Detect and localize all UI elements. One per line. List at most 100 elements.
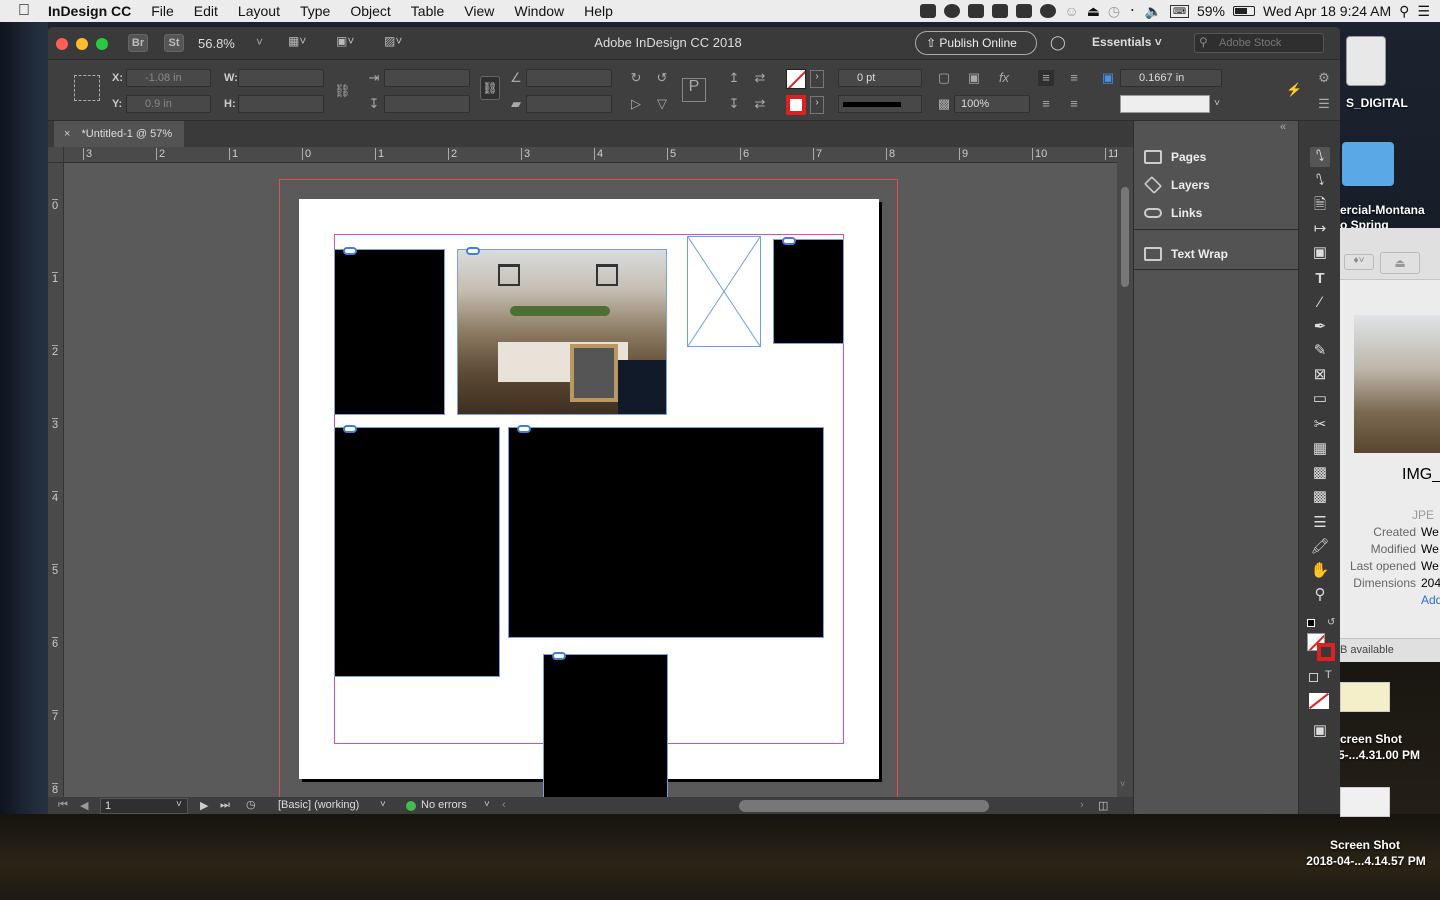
dropbox-icon[interactable]: ♦˅ — [1344, 254, 1374, 270]
image-frame-photo[interactable] — [457, 249, 667, 415]
align-center-icon[interactable]: ≡ — [1066, 70, 1082, 86]
keyboard-icon[interactable]: ⌨ — [1169, 4, 1189, 18]
image-frame-4[interactable] — [508, 427, 824, 638]
menu-object[interactable]: Object — [340, 3, 400, 19]
links-panel-tab[interactable]: Links — [1134, 199, 1299, 227]
offset-field[interactable]: 0.1667 in — [1120, 69, 1222, 87]
pasteboard[interactable] — [64, 163, 1117, 797]
rotate-ccw-icon[interactable]: ↺ — [654, 70, 670, 86]
stroke-weight-field[interactable]: 0 pt — [838, 69, 922, 87]
scroll-down-icon[interactable]: ˅ — [1120, 779, 1125, 789]
line-tool-icon[interactable]: ∕ — [1310, 293, 1330, 313]
drop-shadow-icon[interactable]: ▣ — [966, 70, 982, 86]
control-panel-menu-icon[interactable]: ☰ — [1316, 96, 1332, 112]
time-machine-icon[interactable]: ◷ — [1108, 3, 1120, 20]
corner-options-icon[interactable]: ▢ — [936, 70, 952, 86]
scroll-left-icon[interactable]: ‹ — [502, 799, 506, 811]
share-icon[interactable]: ⏏ — [1380, 252, 1420, 274]
empty-graphic-frame[interactable] — [687, 236, 761, 347]
rectangle-tool-icon[interactable]: ▭ — [1310, 389, 1330, 409]
content-grabber-1[interactable] — [343, 247, 357, 255]
working-style[interactable]: [Basic] (working) — [278, 799, 359, 811]
rotate-field[interactable] — [526, 69, 612, 87]
clock[interactable]: Wed Apr 18 9:24 AM — [1263, 3, 1391, 19]
object-style-arrow-icon[interactable]: ˅ — [1210, 95, 1224, 113]
page-dropdown-icon[interactable]: ˅ — [176, 799, 182, 810]
constrain-scale-button[interactable]: ⛓ — [480, 76, 500, 100]
zoom-level[interactable]: 56.8% — [198, 36, 235, 51]
content-grabber-3[interactable] — [343, 425, 357, 433]
last-page-icon[interactable]: ⏭ — [220, 799, 230, 812]
ruler-origin[interactable] — [48, 147, 64, 163]
horizontal-ruler[interactable]: 32101234567891011 — [64, 147, 1117, 163]
align-top-icon[interactable]: ≡ — [1038, 70, 1054, 86]
menu-table[interactable]: Table — [401, 3, 454, 19]
layers-panel-tab[interactable]: Layers — [1134, 171, 1299, 199]
text-wrap-panel-tab[interactable]: Text Wrap — [1134, 240, 1299, 268]
formatting-container-icon[interactable] — [1309, 673, 1318, 682]
lightbulb-icon[interactable]: ◯ — [1050, 34, 1066, 51]
quick-apply-icon[interactable]: ⚡ — [1286, 82, 1302, 98]
vertical-scrollbar[interactable]: ˅ — [1117, 147, 1133, 797]
default-fill-stroke-icon[interactable] — [1307, 619, 1315, 627]
apply-none-icon[interactable] — [1309, 693, 1329, 709]
zoom-dropdown-icon[interactable]: ˅ — [256, 35, 263, 49]
dropbox-icon[interactable] — [920, 4, 937, 18]
workspace-switcher[interactable]: Essentials ˅ — [1092, 35, 1162, 49]
finder-add-tags-link[interactable]: Add — [1421, 593, 1440, 607]
zoom-tool-icon[interactable]: ⚲ — [1310, 585, 1330, 605]
adobe-stock-search[interactable]: ⚲ Adobe Stock — [1194, 33, 1324, 53]
page-number-field[interactable]: 1 — [100, 798, 188, 814]
stroke-box[interactable] — [1317, 643, 1335, 661]
y-field[interactable]: 0.9 in — [126, 95, 211, 113]
content-grabber-4[interactable] — [517, 425, 531, 433]
split-window-icon[interactable]: ◫ — [1098, 799, 1108, 812]
vertical-ruler[interactable]: 0 1 2 3 4 5 6 7 8 — [48, 163, 64, 797]
battery-icon[interactable] — [1233, 6, 1256, 16]
rotate-cw-icon[interactable]: ↻ — [628, 70, 644, 86]
scale-y-field[interactable] — [384, 95, 470, 113]
desktop-drive-icon[interactable] — [1346, 36, 1386, 86]
gradient-feather-tool-icon[interactable]: ▩ — [1310, 487, 1330, 507]
selection-tool-icon[interactable]: ⭛ — [1310, 147, 1330, 167]
stroke-swatch[interactable] — [786, 95, 806, 115]
menu-type[interactable]: Type — [290, 3, 340, 19]
screenshot-thumbnail-1[interactable] — [1340, 682, 1390, 712]
object-style-dropdown[interactable] — [1120, 95, 1210, 113]
wifi-icon[interactable]: ☺ — [1064, 3, 1078, 19]
close-window-button[interactable] — [56, 38, 68, 50]
desktop-folder-icon[interactable] — [1342, 142, 1394, 186]
free-transform-tool-icon[interactable]: ▦ — [1310, 439, 1330, 459]
fill-swatch[interactable] — [786, 69, 806, 89]
home-icon[interactable] — [1016, 4, 1033, 18]
swap-fill-stroke-icon[interactable]: ↺ — [1327, 617, 1335, 628]
image-frame-5[interactable] — [543, 654, 668, 797]
bridge-button[interactable]: Br — [128, 34, 148, 52]
bluetooth-icon[interactable]: ᛫ — [1128, 3, 1136, 19]
fill-dropdown-icon[interactable]: › — [810, 70, 824, 88]
chat-icon[interactable] — [1040, 4, 1057, 18]
menu-view[interactable]: View — [454, 3, 504, 19]
horizontal-scroll-thumb[interactable] — [739, 800, 989, 812]
stroke-type-dropdown[interactable] — [838, 95, 922, 113]
menu-help[interactable]: Help — [574, 3, 623, 19]
screenshot-thumbnail-2[interactable] — [1340, 787, 1390, 817]
eyedropper-tool-icon[interactable]: 🖍 — [1310, 537, 1330, 557]
pages-panel-tab[interactable]: Pages — [1134, 143, 1299, 171]
flip-vertical-icon[interactable]: ▽ — [654, 96, 670, 112]
h-field[interactable] — [238, 95, 324, 113]
shear-field[interactable] — [526, 95, 612, 113]
opacity-field[interactable]: 100% — [954, 95, 1030, 113]
printer-icon[interactable] — [968, 4, 985, 18]
view-options-icon[interactable]: ▦˅ — [288, 34, 306, 48]
camera-icon[interactable] — [992, 4, 1009, 18]
x-field[interactable]: -1.08 in — [126, 69, 211, 87]
select-container-icon[interactable]: ↥ — [726, 70, 742, 86]
menu-window[interactable]: Window — [504, 3, 574, 19]
volume-icon[interactable]: 🔈 — [1145, 3, 1162, 20]
rectangle-frame-tool-icon[interactable]: ⊠ — [1310, 365, 1330, 385]
content-grabber-2[interactable] — [782, 237, 796, 245]
vertical-scroll-thumb[interactable] — [1121, 187, 1129, 287]
pen-tool-icon[interactable]: ✒ — [1310, 317, 1330, 337]
control-panel-settings-icon[interactable]: ⚙ — [1316, 70, 1332, 86]
